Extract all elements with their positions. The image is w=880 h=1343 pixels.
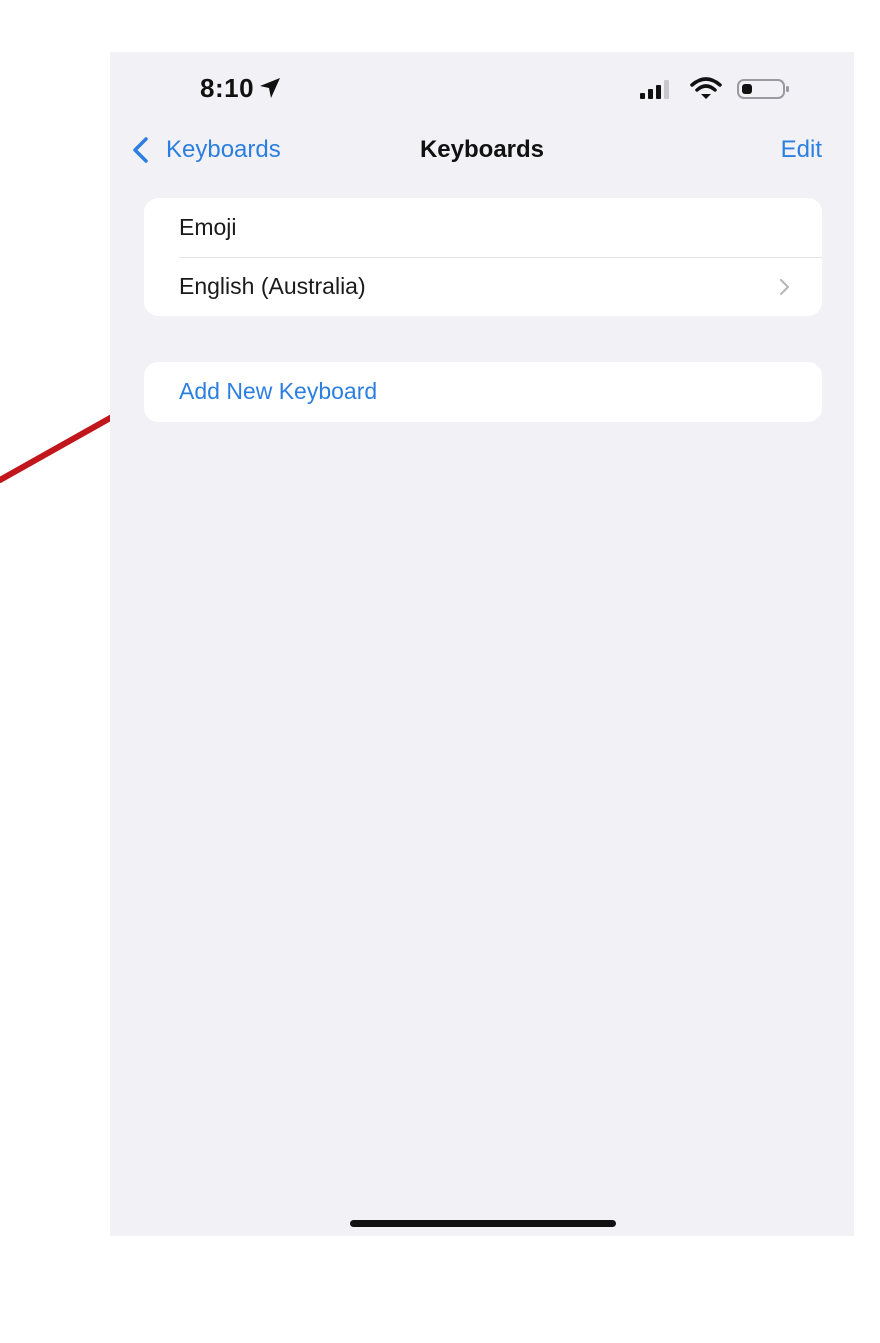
keyboard-row-label: English (Australia)	[179, 273, 366, 299]
status-time: 8:10	[200, 72, 255, 103]
navigation-bar: Keyboards Keyboards Edit	[110, 128, 854, 172]
home-indicator[interactable]	[350, 1220, 616, 1227]
add-keyboard-group: Add New Keyboard	[144, 362, 822, 422]
add-new-keyboard-label: Add New Keyboard	[179, 378, 378, 404]
keyboard-row-label: Emoji	[179, 214, 237, 240]
chevron-right-icon	[779, 278, 790, 296]
status-time-group: 8:10	[200, 72, 282, 104]
keyboard-row-english-australia[interactable]: English (Australia)	[144, 257, 822, 316]
battery-icon	[737, 79, 789, 99]
back-button[interactable]: Keyboards	[130, 128, 281, 172]
cellular-signal-icon	[640, 80, 669, 99]
status-bar: 8:10	[110, 52, 854, 124]
phone-screen: 8:10 Keyboards Keyboards Edit Emoji Engl…	[110, 52, 854, 1236]
back-button-label: Keyboards	[166, 136, 281, 163]
add-new-keyboard-button[interactable]: Add New Keyboard	[144, 362, 822, 421]
status-indicators	[638, 74, 792, 104]
location-arrow-icon	[260, 78, 281, 98]
chevron-left-icon	[133, 137, 148, 163]
page: 8:10 Keyboards Keyboards Edit Emoji Engl…	[0, 0, 880, 1343]
edit-button[interactable]: Edit	[781, 128, 822, 172]
wifi-icon	[690, 77, 722, 99]
keyboard-row-emoji[interactable]: Emoji	[144, 198, 822, 257]
keyboards-list: Emoji English (Australia)	[144, 198, 822, 316]
